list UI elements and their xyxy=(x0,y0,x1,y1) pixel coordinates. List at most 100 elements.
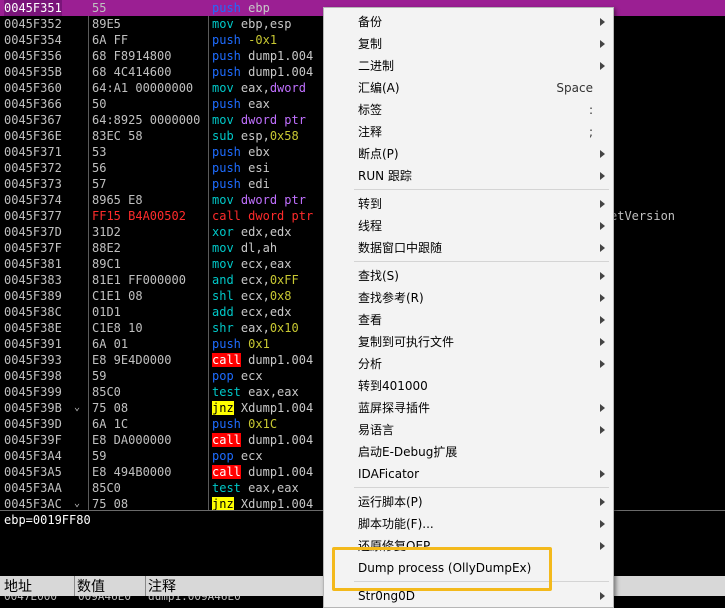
menu-item-script-functions[interactable]: 脚本功能(F)... xyxy=(324,513,613,535)
row-instruction: shl ecx,0x8 xyxy=(212,288,292,304)
menu-item-idaficator[interactable]: IDAFicator xyxy=(324,463,613,485)
menu-item-follow-in-dump[interactable]: 数据窗口中跟随 xyxy=(324,237,613,259)
menu-separator xyxy=(354,487,609,488)
menu-item-assemble[interactable]: 汇编(A) Space xyxy=(324,77,613,99)
menu-item-find-references[interactable]: 查找参考(R) xyxy=(324,287,613,309)
menu-item-comment[interactable]: 注释; xyxy=(324,121,613,143)
operand: 0x10 xyxy=(269,321,299,335)
row-hex: 68 F8914800 xyxy=(92,49,172,63)
menu-item-label: IDAFicator xyxy=(358,467,420,481)
menu-item-label: RUN 跟踪 xyxy=(358,169,412,183)
submenu-arrow-icon xyxy=(600,542,605,550)
submenu-arrow-icon xyxy=(600,244,605,252)
row-hex: 56 xyxy=(92,161,107,175)
row-hex: 89C1 xyxy=(92,257,121,271)
row-hex: C1E1 08 xyxy=(92,289,143,303)
row-instruction: pop ecx xyxy=(212,368,263,384)
mnemonic: jnz xyxy=(212,401,234,415)
row-hex: E8 494B0000 xyxy=(92,465,172,479)
col-value[interactable]: 数值 xyxy=(75,576,146,596)
operand: dl,ah xyxy=(240,241,278,255)
mnemonic: call xyxy=(212,433,241,447)
row-address: 0045F372 xyxy=(4,161,62,175)
menu-separator xyxy=(354,261,609,262)
operand: eax, xyxy=(240,81,270,95)
row-instruction: call dump1.004 xyxy=(212,432,313,448)
mnemonic: mov xyxy=(212,241,234,255)
row-comment: etVersion xyxy=(610,209,676,223)
row-address: 0045F391 xyxy=(4,337,62,351)
menu-item-backup[interactable]: 备份 xyxy=(324,11,613,33)
row-instruction: push ebx xyxy=(212,144,270,160)
menu-item-label: 分析 xyxy=(358,357,383,371)
row-hex: 01D1 xyxy=(92,305,121,319)
mnemonic: sub xyxy=(212,129,234,143)
operand: eax xyxy=(248,97,270,111)
row-hex: 83EC 58 xyxy=(92,129,143,143)
operand: 0xFF xyxy=(269,273,299,287)
mnemonic: and xyxy=(212,273,234,287)
menu-item-copy-to-executable[interactable]: 复制到可执行文件 xyxy=(324,331,613,353)
mnemonic: push xyxy=(212,161,241,175)
operand: eax, xyxy=(240,321,270,335)
row-address: 0045F356 xyxy=(4,49,62,63)
menu-item-label: 运行脚本(P) xyxy=(358,495,423,509)
mnemonic: call xyxy=(212,209,241,223)
highlight-box xyxy=(332,547,552,591)
row-hex: E8 DA000000 xyxy=(92,433,172,447)
menu-item-bluescreen-plugin[interactable]: 蓝屏探寻插件 xyxy=(324,397,613,419)
menu-item-analysis[interactable]: 分析 xyxy=(324,353,613,375)
mnemonic: push xyxy=(212,97,241,111)
operand: 0x58 xyxy=(269,129,299,143)
operand: dword ptr xyxy=(240,113,306,127)
row-address: 0045F39D xyxy=(4,417,62,431)
row-instruction: push dump1.004 xyxy=(212,64,313,80)
submenu-arrow-icon xyxy=(600,272,605,280)
row-instruction: call dump1.004 xyxy=(212,464,313,480)
row-instruction: call dump1.004 xyxy=(212,352,313,368)
menu-item-copy[interactable]: 复制 xyxy=(324,33,613,55)
mnemonic: push xyxy=(212,49,241,63)
menu-item-label: 复制到可执行文件 xyxy=(358,335,455,349)
menu-item-binary[interactable]: 二进制 xyxy=(324,55,613,77)
mnemonic: pop xyxy=(212,449,234,463)
menu-item-run-trace[interactable]: RUN 跟踪 xyxy=(324,165,613,187)
menu-item-label: 易语言 xyxy=(358,423,395,437)
menu-item-label: 汇编(A) xyxy=(358,81,400,95)
row-hex: 89E5 xyxy=(92,17,121,31)
menu-item-goto[interactable]: 转到 xyxy=(324,193,613,215)
row-instruction: push eax xyxy=(212,96,270,112)
menu-item-e-debug[interactable]: 启动E-Debug扩展 xyxy=(324,441,613,463)
row-hex: 59 xyxy=(92,449,107,463)
menu-item-view[interactable]: 查看 xyxy=(324,309,613,331)
menu-item-threads[interactable]: 线程 xyxy=(324,215,613,237)
row-address: 0045F383 xyxy=(4,273,62,287)
col-address[interactable]: 地址 xyxy=(0,576,75,596)
mnemonic: call xyxy=(212,465,241,479)
operand: dump1.004 xyxy=(248,49,314,63)
operand: ecx,eax xyxy=(240,257,292,271)
row-instruction: pop ecx xyxy=(212,448,263,464)
operand: -0x1 xyxy=(248,33,278,47)
row-instruction: shr eax,0x10 xyxy=(212,320,299,336)
row-address: 0045F367 xyxy=(4,113,62,127)
menu-item-label: 查找参考(R) xyxy=(358,291,424,305)
dump-value: 009A46E0 xyxy=(78,596,131,603)
menu-item-search[interactable]: 查找(S) xyxy=(324,265,613,287)
row-instruction: call dword ptr xyxy=(212,208,313,224)
row-hex: 81E1 FF000000 xyxy=(92,273,186,287)
menu-item-label[interactable]: 标签: xyxy=(324,99,613,121)
menu-item-run-script[interactable]: 运行脚本(P) xyxy=(324,491,613,513)
operand: eax,eax xyxy=(248,481,299,495)
row-instruction: sub esp,0x58 xyxy=(212,128,299,144)
operand: edi xyxy=(248,177,270,191)
row-instruction: mov dword ptr xyxy=(212,192,306,208)
menu-shortcut: ; xyxy=(588,125,593,139)
row-hex: 50 xyxy=(92,97,107,111)
mnemonic: push xyxy=(212,145,241,159)
menu-item-breakpoint[interactable]: 断点(P) xyxy=(324,143,613,165)
operand: eax,eax xyxy=(248,385,299,399)
menu-item-e-language[interactable]: 易语言 xyxy=(324,419,613,441)
menu-item-label: 注释 xyxy=(358,125,383,139)
menu-item-goto-401000[interactable]: 转到401000 xyxy=(324,375,613,397)
